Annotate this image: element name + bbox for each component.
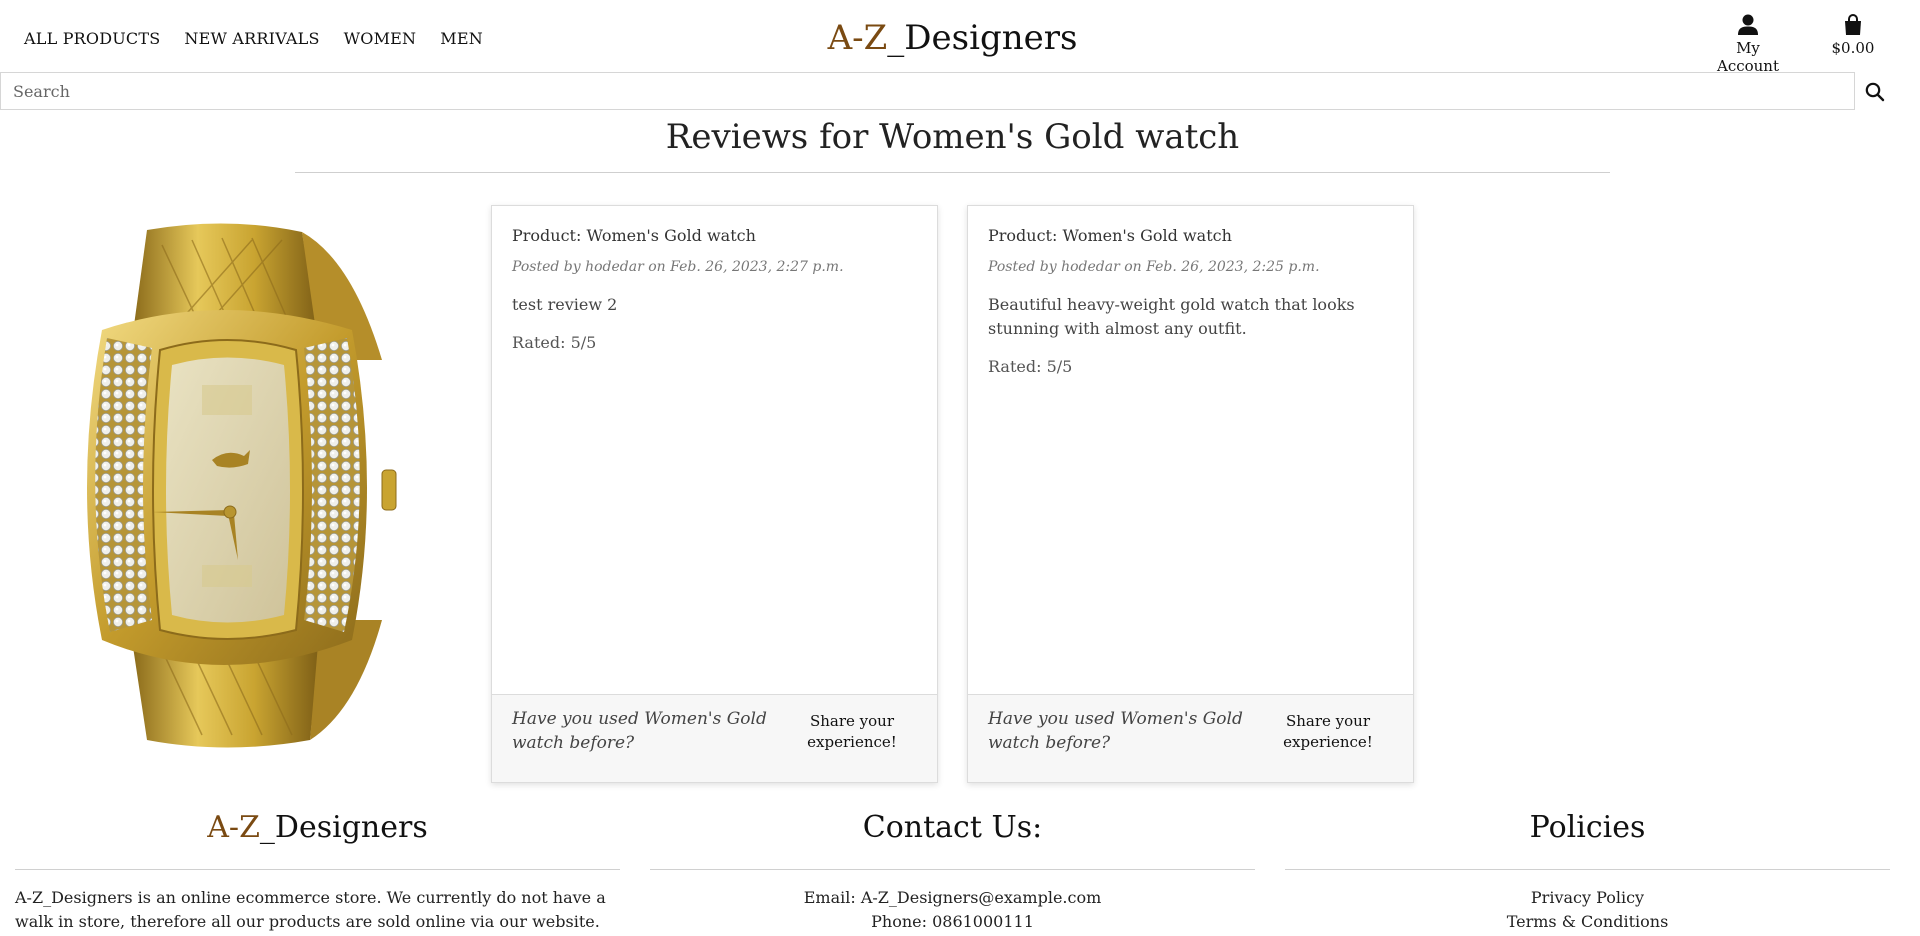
title-divider <box>295 172 1610 173</box>
review-card-footer: Have you used Women's Gold watch before?… <box>492 694 937 782</box>
footer-email[interactable]: Email: A-Z_Designers@example.com <box>650 886 1255 910</box>
shopping-bag-icon <box>1845 14 1861 35</box>
page-title: Reviews for Women's Gold watch <box>665 117 1240 157</box>
site-logo[interactable]: A-Z_Designers <box>0 18 1905 58</box>
review-posted-by: Posted by hodedar on Feb. 26, 2023, 2:27… <box>512 259 844 275</box>
my-account-link[interactable]: My Account <box>1704 14 1792 75</box>
footer-policies: Policies Privacy Policy Terms & Conditio… <box>1285 810 1890 934</box>
footer-divider <box>1285 869 1890 870</box>
review-text: Beautiful heavy-weight gold watch that l… <box>988 295 1355 338</box>
footer-brand: A-Z_Designers <box>15 810 620 856</box>
footer-policies-title: Policies <box>1529 810 1646 845</box>
search-input[interactable] <box>0 72 1855 110</box>
review-card-1: Product: Women's Gold watch Posted by ho… <box>491 205 938 783</box>
footer-privacy-policy-link[interactable]: Privacy Policy <box>1285 886 1890 910</box>
search-icon[interactable] <box>1864 81 1886 103</box>
review-product: Product: Women's Gold watch <box>512 226 756 245</box>
footer-about-text: A-Z_Designers is an online ecommerce sto… <box>15 888 606 931</box>
review-question: Have you used Women's Gold watch before? <box>988 709 1243 753</box>
logo-part-1: A-Z <box>827 18 888 58</box>
user-icon <box>1738 14 1758 35</box>
site-header: ALL PRODUCTS NEW ARRIVALS WOMEN MEN A-Z_… <box>0 0 1905 75</box>
footer-divider <box>650 869 1255 870</box>
review-card-footer: Have you used Women's Gold watch before?… <box>968 694 1413 782</box>
my-account-label: My Account <box>1716 39 1779 75</box>
shopping-bag-link[interactable]: $0.00 <box>1828 14 1878 57</box>
review-posted-by: Posted by hodedar on Feb. 26, 2023, 2:25… <box>988 259 1320 275</box>
bag-total: $0.00 <box>1831 39 1875 57</box>
footer-contact: Contact Us: Email: A-Z_Designers@example… <box>650 810 1255 934</box>
footer-brand-part-1: A-Z <box>207 810 260 845</box>
footer-terms-link[interactable]: Terms & Conditions <box>1285 910 1890 934</box>
review-product: Product: Women's Gold watch <box>988 226 1232 245</box>
logo-part-2: _Designers <box>887 18 1078 58</box>
search-bar <box>0 72 1905 110</box>
share-experience-button[interactable]: Share your experience! <box>807 711 897 753</box>
footer-about: A-Z_Designers A-Z_Designers is an online… <box>15 810 620 936</box>
footer-divider <box>15 869 620 870</box>
review-rating: Rated: 5/5 <box>512 333 597 352</box>
review-question: Have you used Women's Gold watch before? <box>512 709 767 753</box>
review-card-2: Product: Women's Gold watch Posted by ho… <box>967 205 1414 783</box>
footer-brand-part-2: _Designers <box>259 810 428 845</box>
footer-contact-title: Contact Us: <box>862 810 1043 845</box>
footer-phone: Phone: 0861000111 <box>871 912 1034 931</box>
share-experience-button[interactable]: Share your experience! <box>1283 711 1373 753</box>
product-image <box>87 223 397 748</box>
review-text: test review 2 <box>512 295 618 314</box>
review-rating: Rated: 5/5 <box>988 357 1073 376</box>
